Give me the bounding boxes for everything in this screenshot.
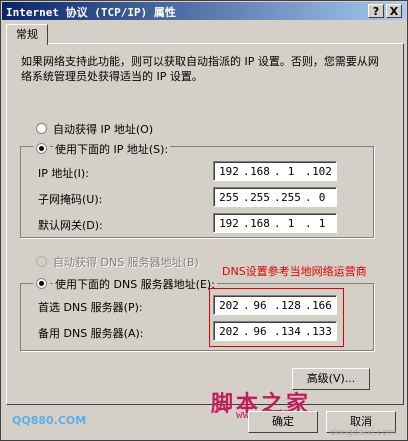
dns-annotation: DNS设置参考当地网络运营商 (222, 265, 367, 278)
octet: 0 (318, 191, 326, 204)
manual-dns-radio[interactable] (33, 275, 50, 292)
octet: 255 (281, 191, 301, 204)
octet: 96 (253, 325, 267, 338)
auto-dns-radio[interactable] (36, 256, 47, 267)
subnet-mask-field[interactable]: 255 . 255 . 255 . 0 (213, 187, 337, 207)
preferred-dns-field[interactable]: 202 . 96 . 128 . 166 (213, 295, 337, 315)
auto-ip-radio[interactable] (36, 123, 47, 134)
auto-ip-label[interactable]: 自动获得 IP 地址(O) (53, 121, 153, 137)
octet: 102 (312, 165, 332, 178)
octet: 166 (312, 299, 332, 312)
default-gateway-field[interactable]: 192 . 168 . 1 . 1 (213, 213, 337, 233)
auto-dns-label[interactable]: 自动获得 DNS 服务器地址(B) (53, 254, 199, 270)
octet: 168 (250, 217, 270, 230)
help-button[interactable]: ? (368, 4, 384, 18)
octet: 202 (219, 325, 239, 338)
subnet-mask-label: 子网掩码(U): (38, 193, 103, 206)
radio-selected-dot (39, 146, 44, 151)
octet: 192 (219, 165, 239, 178)
preferred-dns-label: 首选 DNS 服务器(P): (38, 301, 143, 314)
octet: 255 (219, 191, 239, 204)
octet: 1 (318, 217, 326, 230)
default-gateway-label: 默认网关(D): (38, 219, 103, 232)
octet: 128 (281, 299, 301, 312)
octet: 96 (253, 299, 267, 312)
close-button[interactable]: X (386, 4, 402, 18)
ip-address-field[interactable]: 192 . 168 . 1 . 102 (213, 161, 337, 181)
octet: 134 (281, 325, 301, 338)
manual-ip-label[interactable]: 使用下面的 IP 地址(S): (53, 141, 171, 157)
description-text: 如果网络支持此功能，则可以获取自动指派的 IP 设置。否则，您需要从网络系统管理… (21, 55, 379, 83)
title-bar[interactable]: Internet 协议 (TCP/IP) 属性 ? X (2, 2, 406, 20)
ip-address-label: IP 地址(I): (38, 167, 89, 180)
watermark-qq: QQ880.COM (12, 414, 87, 427)
watermark-corner: dongdaixi.com (330, 428, 397, 438)
octet: 202 (219, 299, 239, 312)
alternate-dns-label: 备用 DNS 服务器(A): (38, 327, 144, 340)
manual-dns-label[interactable]: 使用下面的 DNS 服务器地址(E): (53, 276, 217, 292)
radio-selected-dot (39, 281, 44, 286)
manual-ip-radio[interactable] (33, 140, 50, 157)
tab-general[interactable]: 常规 (6, 24, 48, 45)
octet: 1 (287, 217, 295, 230)
window-title: Internet 协议 (TCP/IP) 属性 (6, 6, 176, 19)
octet: 133 (312, 325, 332, 338)
ok-button[interactable]: 确定 (248, 411, 318, 433)
octet: 1 (287, 165, 295, 178)
alternate-dns-field[interactable]: 202 . 96 . 134 . 133 (213, 321, 337, 341)
octet: 255 (250, 191, 270, 204)
octet: 168 (250, 165, 270, 178)
octet: 192 (219, 217, 239, 230)
